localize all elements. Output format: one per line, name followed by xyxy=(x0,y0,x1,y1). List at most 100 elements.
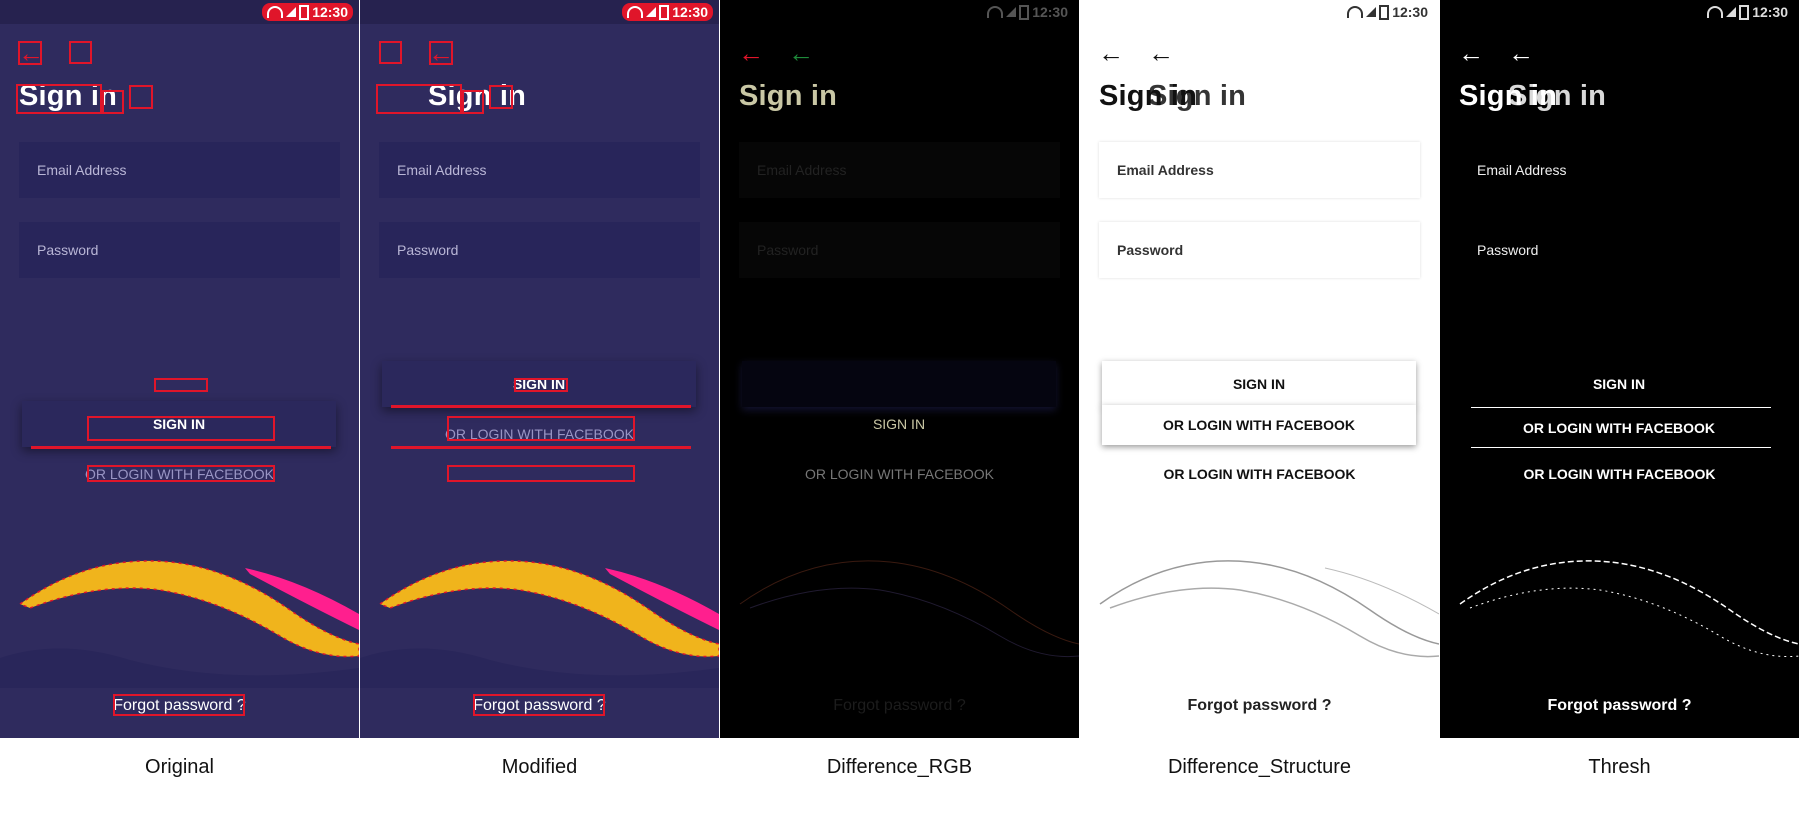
highlight-box xyxy=(379,41,402,64)
page-title-ghost: Sign in xyxy=(1508,80,1607,112)
highlight-box xyxy=(87,416,275,441)
caption-difference-rgb: Difference_RGB xyxy=(826,756,973,778)
battery-icon xyxy=(1739,4,1750,20)
status-time: 12:30 xyxy=(1752,4,1788,20)
signal-icon xyxy=(1726,7,1737,17)
wave-decoration xyxy=(0,560,359,688)
back-arrow-icon: ← xyxy=(1098,38,1124,68)
page-title: Sign in xyxy=(739,80,838,112)
panel-difference-structure: 12:30 ← ← Sign in Sign in Email Address … xyxy=(1080,0,1439,738)
highlight-box xyxy=(102,90,124,114)
wave-decoration xyxy=(1099,560,1439,658)
highlight-box xyxy=(87,465,275,482)
back-arrow-icon: ← xyxy=(1148,38,1174,68)
password-label: Password xyxy=(397,242,459,258)
email-label: Email Address xyxy=(1477,162,1567,178)
highlight-line xyxy=(31,446,331,449)
status-bar: 12:30 xyxy=(1080,0,1439,24)
page-title-ghost: Sign in xyxy=(1148,80,1247,112)
password-field[interactable]: Password xyxy=(19,222,340,278)
status-time: 12:30 xyxy=(672,4,708,20)
wifi-icon xyxy=(267,6,284,18)
sign-in-label: SIGN IN xyxy=(872,416,926,432)
facebook-label: OR LOGIN WITH FACEBOOK xyxy=(1522,420,1716,436)
caption-difference-structure: Difference_Structure xyxy=(1167,756,1352,778)
email-field: Email Address xyxy=(739,142,1060,198)
highlight-line xyxy=(391,446,691,449)
forgot-password-link: Forgot password ? xyxy=(1547,697,1692,714)
status-bar: 12:30 xyxy=(360,0,719,24)
highlight-box xyxy=(113,694,245,716)
status-chip: 12:30 xyxy=(1342,3,1433,21)
battery-icon xyxy=(1019,4,1030,20)
signal-icon xyxy=(646,7,657,17)
sign-in-button: SIGN IN xyxy=(1102,361,1416,407)
signal-icon xyxy=(286,7,297,17)
status-time: 12:30 xyxy=(1392,4,1428,20)
facebook-label: OR LOGIN WITH FACEBOOK xyxy=(1162,417,1356,433)
facebook-login-link: OR LOGIN WITH FACEBOOK xyxy=(804,466,995,482)
highlight-box xyxy=(129,85,153,109)
status-chip: 12:30 xyxy=(982,3,1073,21)
sign-in-button: SIGN IN xyxy=(1462,361,1776,407)
status-chip: 12:30 xyxy=(622,3,713,21)
back-arrow-icon: ← xyxy=(1508,38,1534,68)
wifi-icon xyxy=(1707,6,1724,18)
wave-decoration xyxy=(1459,560,1799,658)
password-label: Password xyxy=(757,242,819,258)
battery-icon xyxy=(1379,4,1390,20)
email-field[interactable]: Email Address xyxy=(19,142,340,198)
wave-decoration xyxy=(360,560,719,688)
highlight-box xyxy=(473,694,605,716)
thresh-line xyxy=(1471,447,1771,448)
wifi-icon xyxy=(987,6,1004,18)
panel-modified: 12:30 ← Sign in Email Address Password S… xyxy=(360,0,719,738)
wave-decoration xyxy=(739,560,1079,658)
highlight-box xyxy=(16,84,102,114)
password-label: Password xyxy=(37,242,99,258)
caption-original: Original xyxy=(145,756,214,778)
status-bar: 12:30 xyxy=(1440,0,1799,24)
password-field: Password xyxy=(739,222,1060,278)
highlight-box xyxy=(514,378,568,392)
signal-icon xyxy=(1366,7,1377,17)
facebook-login-link: OR LOGIN WITH FACEBOOK xyxy=(1163,466,1356,482)
battery-icon xyxy=(659,4,670,20)
caption-modified: Modified xyxy=(501,756,578,778)
password-field: Password xyxy=(1099,222,1420,278)
password-label: Password xyxy=(1477,242,1539,258)
highlight-box xyxy=(376,84,462,114)
email-field: Email Address xyxy=(1459,142,1780,198)
status-time: 12:30 xyxy=(1032,4,1068,20)
signal-icon xyxy=(1006,7,1017,17)
sign-in-button: SIGN IN xyxy=(742,401,1056,447)
back-arrow-icon: ← xyxy=(788,38,814,68)
email-field: Email Address xyxy=(1099,142,1420,198)
highlight-box xyxy=(18,41,42,65)
password-label: Password xyxy=(1117,242,1184,258)
highlight-box xyxy=(69,41,92,64)
highlight-box xyxy=(429,41,453,65)
highlight-box xyxy=(154,378,208,392)
email-field[interactable]: Email Address xyxy=(379,142,700,198)
facebook-login-link: OR LOGIN WITH FACEBOOK xyxy=(1523,466,1716,482)
panel-original: 12:30 ← Sign in Email Address Password S… xyxy=(0,0,359,738)
highlight-box xyxy=(447,416,635,441)
facebook-button-diff: OR LOGIN WITH FACEBOOK xyxy=(1462,411,1776,445)
password-field[interactable]: Password xyxy=(379,222,700,278)
highlight-box xyxy=(462,90,484,114)
sign-in-label: SIGN IN xyxy=(1592,376,1646,392)
email-label: Email Address xyxy=(37,162,127,178)
wifi-icon xyxy=(1347,6,1364,18)
email-label: Email Address xyxy=(1117,162,1214,178)
facebook-button-diff: OR LOGIN WITH FACEBOOK xyxy=(1102,405,1416,445)
highlight-line xyxy=(391,405,691,408)
caption-thresh: Thresh xyxy=(1588,756,1651,778)
panel-difference-rgb: 12:30 ← ← Sign in Email Address Password… xyxy=(720,0,1079,738)
thresh-line xyxy=(1471,407,1771,408)
battery-icon xyxy=(299,4,310,20)
status-time: 12:30 xyxy=(312,4,348,20)
status-chip: 12:30 xyxy=(1702,3,1793,21)
highlight-box xyxy=(447,465,635,482)
forgot-password-link: Forgot password ? xyxy=(833,697,966,714)
